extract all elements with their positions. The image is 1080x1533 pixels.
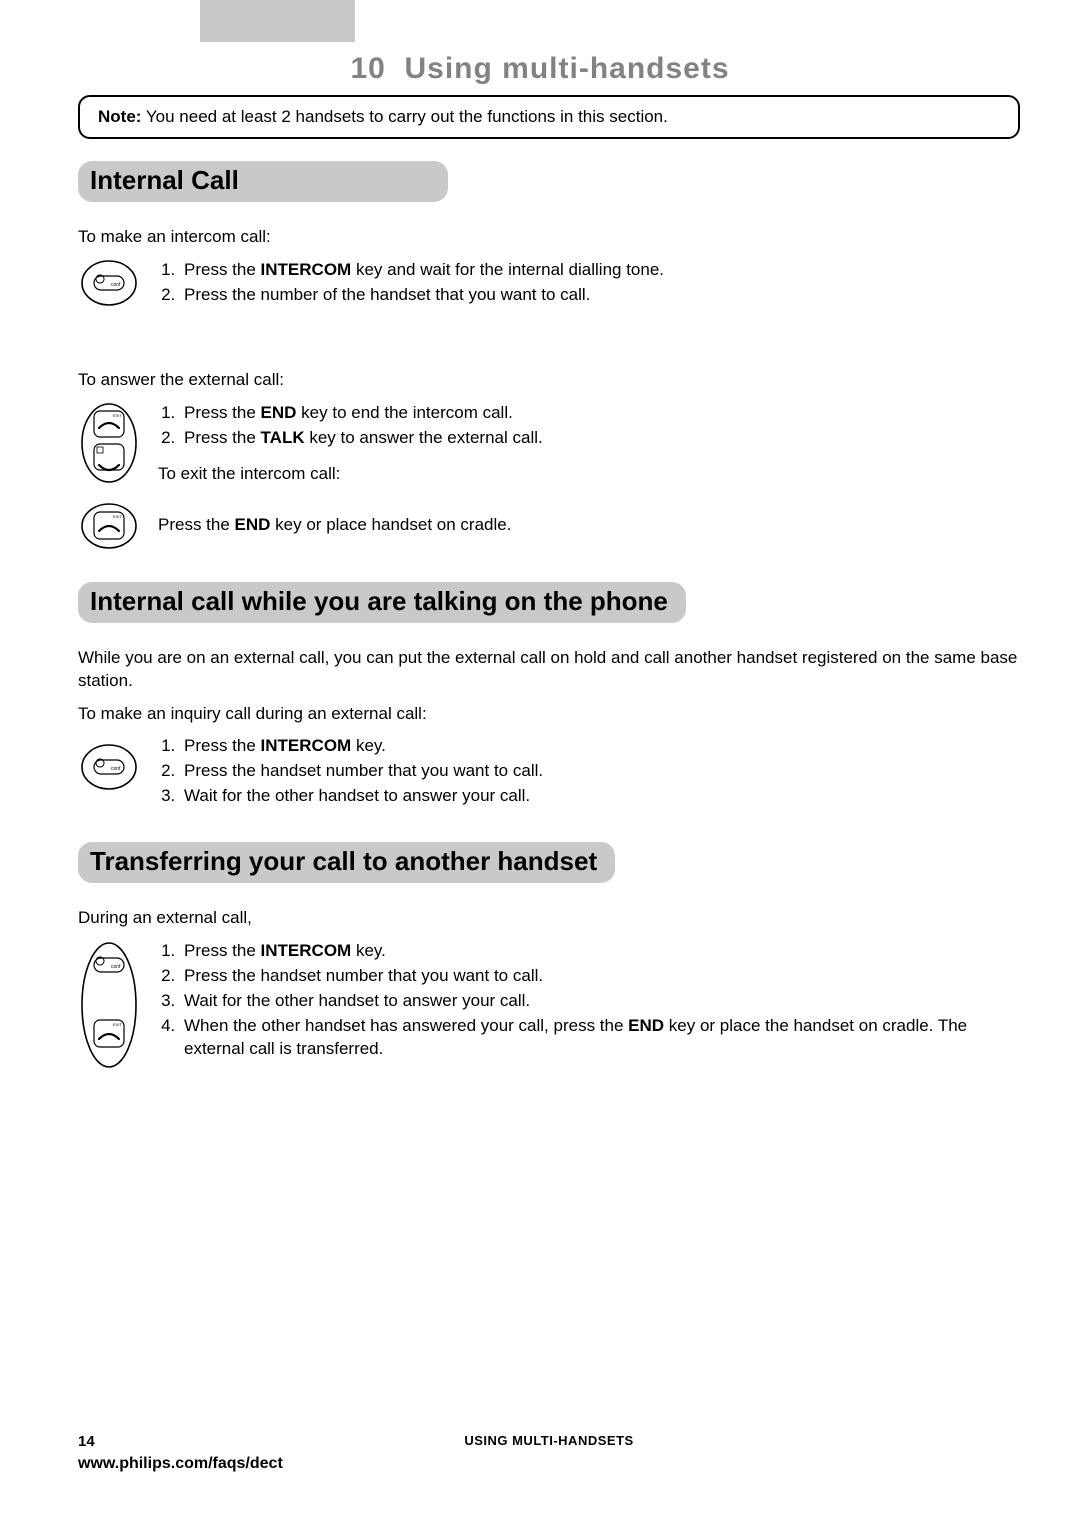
chapter-name: Using multi-handsets xyxy=(405,52,730,85)
section-heading-internal-call: Internal Call xyxy=(78,161,448,202)
step-group-inquiry: conf Press the INTERCOM key.Press the ha… xyxy=(78,735,1020,810)
steps-answer-external: Press the END key to end the intercom ca… xyxy=(158,402,1020,450)
section-heading-internal-while-talking: Internal call while you are talking on t… xyxy=(78,582,686,623)
list-step: Press the number of the handset that you… xyxy=(180,284,1020,307)
page-footer: 14 Using multi-handsets www.philips.com/… xyxy=(78,1433,1020,1473)
intro-answer-external: To answer the external call: xyxy=(78,369,1020,392)
list-step: Press the handset number that you want t… xyxy=(180,965,1020,988)
para-hold-and-call: While you are on an external call, you c… xyxy=(78,647,1020,693)
header-tab-accent xyxy=(200,0,355,42)
svg-text:EXIT: EXIT xyxy=(113,514,122,519)
icon-col: EXIT xyxy=(78,502,140,550)
intro-inquiry-call: To make an inquiry call during an extern… xyxy=(78,703,1020,726)
intro-transfer: During an external call, xyxy=(78,907,1020,930)
intercom-key-icon: conf xyxy=(80,743,138,791)
step-group-answer-external: EXIT Press the END key to end the interc… xyxy=(78,402,1020,492)
intercom-key-icon: conf xyxy=(80,259,138,307)
steps-inquiry: Press the INTERCOM key.Press the handset… xyxy=(158,735,1020,808)
svg-text:conf: conf xyxy=(111,964,121,970)
chapter-number: 10 xyxy=(350,52,385,85)
note-text: You need at least 2 handsets to carry ou… xyxy=(141,107,667,126)
steps-make-intercom: Press the INTERCOM key and wait for the … xyxy=(158,259,1020,307)
note-label: Note: xyxy=(98,107,141,126)
icon-col: conf xyxy=(78,735,140,791)
svg-text:conf: conf xyxy=(111,766,121,772)
section-heading-transfer: Transferring your call to another handse… xyxy=(78,842,615,883)
footer-section-title: Using multi-handsets xyxy=(78,1433,1020,1448)
list-step: Press the handset number that you want t… xyxy=(180,760,1020,783)
list-step: Wait for the other handset to answer you… xyxy=(180,990,1020,1013)
intro-make-intercom: To make an intercom call: xyxy=(78,226,1020,249)
end-talk-key-icon: EXIT xyxy=(80,402,138,484)
list-step: When the other handset has answered your… xyxy=(180,1015,1020,1061)
step-group-transfer: conf EXIT Press the INTERCOM key.Press t… xyxy=(78,940,1020,1070)
step-group-make-intercom: conf Press the INTERCOM key and wait for… xyxy=(78,259,1020,309)
intro-exit-intercom: To exit the intercom call: xyxy=(158,464,1020,484)
icon-col: conf xyxy=(78,259,140,307)
icon-col: conf EXIT xyxy=(78,940,140,1070)
list-step: Press the INTERCOM key. xyxy=(180,940,1020,963)
svg-text:conf: conf xyxy=(111,282,121,288)
end-key-icon: EXIT xyxy=(80,502,138,550)
step-exit-intercom: Press the END key or place handset on cr… xyxy=(158,514,1020,537)
page-content: Note: You need at least 2 handsets to ca… xyxy=(78,95,1020,1080)
list-step: Press the TALK key to answer the externa… xyxy=(180,427,1020,450)
note-box: Note: You need at least 2 handsets to ca… xyxy=(78,95,1020,139)
icon-col: EXIT xyxy=(78,402,140,484)
steps-transfer: Press the INTERCOM key.Press the handset… xyxy=(158,940,1020,1061)
footer-url: www.philips.com/faqs/dect xyxy=(78,1455,1020,1473)
list-step: Press the END key to end the intercom ca… xyxy=(180,402,1020,425)
intercom-end-key-icon: conf EXIT xyxy=(80,940,138,1070)
list-step: Press the INTERCOM key and wait for the … xyxy=(180,259,1020,282)
manual-page: 10 Using multi-handsets Note: You need a… xyxy=(0,0,1080,1533)
list-step: Wait for the other handset to answer you… xyxy=(180,785,1020,808)
step-group-exit-intercom: EXIT Press the END key or place handset … xyxy=(78,502,1020,550)
list-step: Press the INTERCOM key. xyxy=(180,735,1020,758)
chapter-title: 10 Using multi-handsets xyxy=(0,52,1080,86)
svg-text:EXIT: EXIT xyxy=(113,413,122,418)
svg-text:EXIT: EXIT xyxy=(113,1022,122,1027)
